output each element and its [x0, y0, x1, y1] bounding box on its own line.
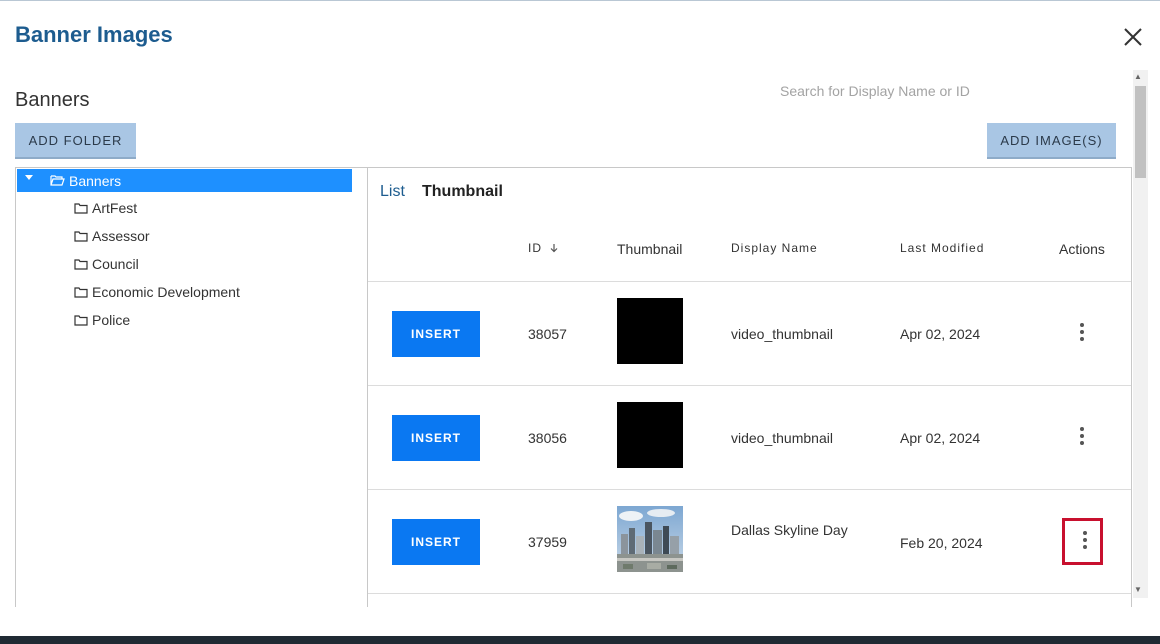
tree-item-banners[interactable]: Banners	[17, 169, 352, 192]
column-header-display-name[interactable]: Display Name	[731, 241, 818, 255]
cell-last-modified: Apr 02, 2024	[900, 326, 981, 342]
kebab-dot	[1080, 441, 1084, 445]
cell-last-modified: Feb 20, 2024	[900, 535, 983, 551]
thumbnail-image	[617, 402, 683, 468]
table-row: INSERT 37959 Dallas Skyline Day Feb 20, …	[368, 489, 1131, 594]
column-header-last-modified[interactable]: Last Modified	[900, 241, 984, 255]
cell-display-name: video_thumbnail	[731, 430, 833, 446]
kebab-dot	[1080, 434, 1084, 438]
tree-item-label: Police	[92, 312, 131, 328]
cell-id: 38056	[528, 430, 567, 446]
top-border	[0, 0, 1160, 1]
table-row	[368, 593, 1131, 609]
column-header-actions: Actions	[1059, 241, 1105, 257]
cell-id: 38057	[528, 326, 567, 342]
kebab-dot	[1083, 545, 1087, 549]
folder-open-icon	[50, 175, 65, 186]
table-row: INSERT 38057 video_thumbnail Apr 02, 202…	[368, 281, 1131, 386]
scroll-down-arrow-icon[interactable]: ▼	[1134, 585, 1142, 594]
scroll-up-arrow-icon[interactable]: ▲	[1134, 72, 1142, 81]
column-header-thumbnail: Thumbnail	[617, 241, 683, 257]
sort-arrow-down-icon	[550, 244, 558, 253]
scrollbar-thumb[interactable]	[1135, 86, 1146, 178]
section-title: Banners	[15, 89, 90, 111]
skyline-thumbnail-image	[617, 506, 683, 572]
folder-icon	[74, 259, 88, 270]
search-input[interactable]	[770, 78, 1100, 104]
cell-last-modified: Apr 02, 2024	[900, 430, 981, 446]
tab-thumbnail[interactable]: Thumbnail	[422, 183, 503, 201]
cell-display-name: video_thumbnail	[731, 326, 833, 342]
kebab-dot	[1080, 337, 1084, 341]
tab-list[interactable]: List	[380, 183, 405, 201]
tree-item-label: ArtFest	[92, 200, 138, 216]
dialog-title: Banner Images	[15, 22, 173, 47]
tree-item-label: Economic Development	[92, 284, 240, 300]
more-actions-icon[interactable]	[1062, 310, 1103, 357]
kebab-dot	[1080, 427, 1084, 431]
kebab-dot	[1080, 330, 1084, 334]
add-folder-button[interactable]: ADD FOLDER	[15, 123, 136, 159]
kebab-dot	[1083, 531, 1087, 535]
more-actions-icon[interactable]	[1062, 518, 1103, 565]
tree-item-label: Banners	[69, 173, 122, 189]
image-list-panel: List Thumbnail ID Thumbnail Display Name…	[367, 167, 1132, 607]
table-row: INSERT 38056 video_thumbnail Apr 02, 202…	[368, 385, 1131, 490]
folder-icon	[74, 287, 88, 298]
kebab-dot	[1083, 538, 1087, 542]
add-images-button[interactable]: ADD IMAGE(S)	[987, 123, 1116, 159]
insert-button[interactable]: INSERT	[392, 519, 480, 565]
insert-button[interactable]: INSERT	[392, 415, 480, 461]
background-strip	[0, 636, 1160, 644]
folder-icon	[74, 203, 88, 214]
tree-item-label: Council	[92, 256, 139, 272]
tree-item-label: Assessor	[92, 228, 150, 244]
close-icon[interactable]	[1120, 24, 1146, 50]
more-actions-icon[interactable]	[1062, 414, 1103, 461]
caret-down-icon[interactable]	[25, 175, 33, 180]
cell-id: 37959	[528, 534, 567, 550]
folder-icon	[74, 231, 88, 242]
thumbnail-image	[617, 298, 683, 364]
column-header-label: ID	[528, 241, 542, 255]
insert-button[interactable]: INSERT	[392, 311, 480, 357]
folder-tree: Banners ArtFest Assessor Council Economi…	[15, 167, 367, 607]
cell-display-name: Dallas Skyline Day	[731, 522, 848, 538]
column-header-id[interactable]: ID	[528, 241, 559, 255]
kebab-dot	[1080, 323, 1084, 327]
folder-icon	[74, 315, 88, 326]
